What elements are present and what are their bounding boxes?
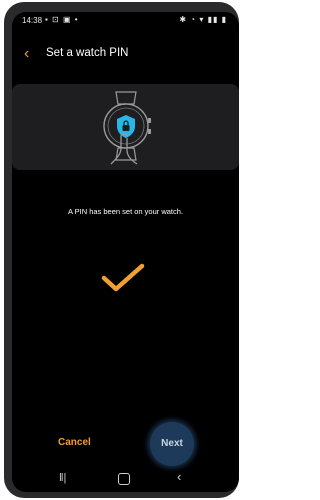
recent-apps-icon[interactable]: ‖| xyxy=(59,472,66,484)
checkmark-icon xyxy=(101,263,145,292)
status-bar: 14:38 ▪ ⊡ ▣ • ✱ ◔ ▾ ▮▮ ▮ xyxy=(12,12,239,30)
notification-icons: ▪ ⊡ ▣ • xyxy=(45,15,79,24)
back-icon[interactable]: ‹ xyxy=(177,469,181,484)
chevron-left-icon: ‹ xyxy=(24,45,30,62)
hero-illustration-panel xyxy=(12,84,239,170)
app-bar: ‹ Set a watch PIN xyxy=(12,42,239,68)
cancel-button[interactable]: Cancel xyxy=(58,437,91,448)
home-icon[interactable] xyxy=(118,473,130,485)
next-button[interactable]: Next xyxy=(150,422,194,466)
pin-set-message: A PIN has been set on your watch. xyxy=(67,207,184,216)
screen: 14:38 ▪ ⊡ ▣ • ✱ ◔ ▾ ▮▮ ▮ ‹ Set a watch P… xyxy=(12,12,239,492)
system-status-icons: ✱ ◔ ▾ ▮▮ ▮ xyxy=(179,15,227,24)
back-button[interactable]: ‹ xyxy=(24,44,40,64)
page-title: Set a watch PIN xyxy=(46,47,129,59)
navigation-bar: ‖| ‹ xyxy=(12,467,239,492)
watch-lock-icon xyxy=(103,91,151,165)
phone-frame: 14:38 ▪ ⊡ ▣ • ✱ ◔ ▾ ▮▮ ▮ ‹ Set a watch P… xyxy=(4,2,239,498)
status-time: 14:38 xyxy=(22,16,43,25)
